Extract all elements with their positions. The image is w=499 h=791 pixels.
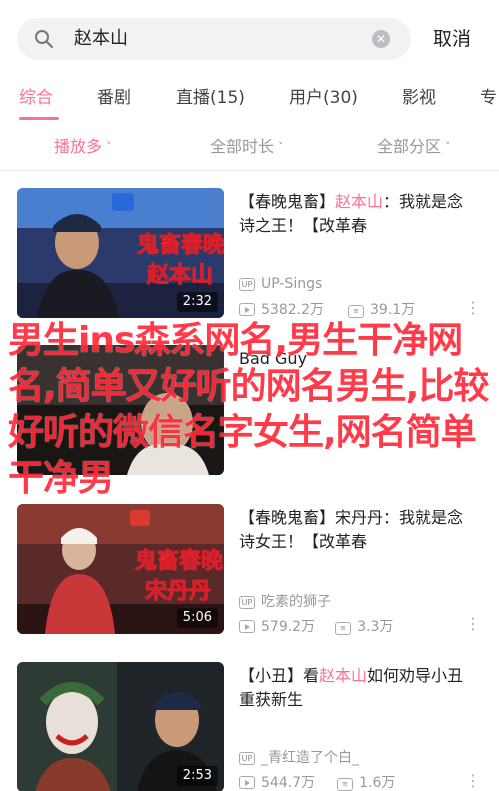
up-icon: UP (239, 278, 255, 291)
tab-bangumi[interactable]: 番剧 (97, 86, 131, 110)
video-thumbnail[interactable]: 鬼畜春晚 赵本山 2:32 (17, 188, 224, 318)
search-icon (35, 30, 53, 48)
video-duration: 2:53 (176, 766, 218, 786)
author-name: _青红造了个白_ (261, 750, 359, 766)
video-title: 【小丑】看赵本山如何劝导小丑重获新生 (239, 664, 479, 712)
title-prefix: 【小丑】看 (239, 666, 320, 685)
danmaku-count: 39.1万 (370, 302, 416, 318)
filter-sort-label: 播放多 (54, 137, 103, 156)
danmaku-icon: ≡ (337, 778, 354, 791)
video-duration: 5:06 (176, 608, 218, 628)
video-author[interactable]: UP 吃素的狮子 (239, 593, 331, 611)
title-prefix: 【春晚鬼畜】 (239, 508, 336, 527)
danmaku-count: 1.6万 (359, 775, 396, 791)
cancel-button[interactable]: 取消 (433, 27, 471, 51)
divider (0, 170, 499, 171)
video-author[interactable]: UP UP-Sings (239, 275, 322, 293)
danmaku-count: 3.3万 (357, 619, 394, 635)
more-icon[interactable]: ⋮ (465, 299, 481, 317)
video-author[interactable]: UP _青红造了个白_ (239, 749, 359, 767)
play-count-icon (239, 776, 255, 789)
tab-users[interactable]: 用户(30) (289, 86, 358, 110)
clear-icon[interactable]: ✕ (372, 30, 390, 48)
video-thumbnail[interactable]: 2:53 (17, 662, 224, 791)
filter-duration-label: 全部时长 (210, 137, 275, 156)
tab-film[interactable]: 影视 (402, 86, 436, 110)
thumb-caption: 鬼畜春晚 (137, 232, 224, 258)
up-icon: UP (239, 596, 255, 609)
video-card[interactable]: 2:53 【小丑】看赵本山如何劝导小丑重获新生 UP _青红造了个白_ 544.7… (0, 662, 499, 791)
up-icon: UP (239, 752, 255, 765)
video-card[interactable]: 鬼畜春晚 宋丹丹 5:06 【春晚鬼畜】宋丹丹：我就是念诗女王！【改革春 UP 吃… (0, 504, 499, 662)
thumb-caption: 赵本山 (146, 262, 213, 288)
active-tab-indicator (19, 117, 59, 120)
video-thumbnail[interactable]: 鬼畜春晚 宋丹丹 5:06 (17, 504, 224, 634)
play-count-icon (239, 303, 255, 316)
chevron-down-icon: ˅ (445, 140, 451, 153)
filter-zone[interactable]: 全部分区 ˅ (377, 136, 451, 158)
danmaku-icon: ≡ (335, 622, 352, 635)
video-stats: 544.7万 ≡ 1.6万 (239, 774, 395, 791)
video-stats: 5382.2万 ≡ 39.1万 (239, 301, 415, 319)
title-highlight: 赵本山 (319, 666, 368, 685)
tab-special[interactable]: 专 (480, 86, 497, 110)
chevron-down-icon: ˅ (278, 140, 284, 153)
thumb-caption: 鬼畜春晚 (135, 548, 223, 574)
result-tabs: 综合 番剧 直播(15) 用户(30) 影视 专 (0, 80, 499, 120)
more-icon[interactable]: ⋮ (465, 772, 481, 790)
filter-bar: 播放多 ˅ 全部时长 ˅ 全部分区 ˅ (0, 124, 499, 168)
chevron-down-icon: ˅ (106, 140, 112, 153)
search-results-page: 赵本山 ✕ 取消 综合 番剧 直播(15) 用户(30) 影视 专 播放多 ˅ 全… (0, 0, 499, 791)
play-count: 544.7万 (261, 775, 316, 791)
filter-duration[interactable]: 全部时长 ˅ (210, 136, 284, 158)
search-bar-row: 赵本山 ✕ 取消 (0, 0, 499, 76)
author-name: UP-Sings (261, 276, 323, 292)
author-name: 吃素的狮子 (261, 594, 331, 610)
danmaku-icon: ≡ (348, 305, 364, 318)
watermark-text: 男生ins森系网名,男生干净网名,简单又好听的网名男生,比较好听的微信名字女生,… (8, 320, 489, 499)
filter-zone-label: 全部分区 (377, 137, 442, 156)
play-count-icon (239, 620, 255, 633)
title-highlight: 赵本山 (335, 192, 384, 211)
search-input[interactable]: 赵本山 ✕ (17, 18, 411, 60)
more-icon[interactable]: ⋮ (465, 615, 481, 633)
play-count: 5382.2万 (261, 302, 324, 318)
tab-all[interactable]: 综合 (19, 86, 53, 110)
play-count: 579.2万 (261, 619, 316, 635)
title-prefix: 【春晚鬼畜】 (239, 192, 336, 211)
video-title: 【春晚鬼畜】赵本山：我就是念诗之王！【改革春 (239, 190, 479, 238)
video-title: 【春晚鬼畜】宋丹丹：我就是念诗女王！【改革春 (239, 506, 479, 554)
video-stats: 579.2万 ≡ 3.3万 (239, 618, 393, 636)
thumb-caption: 宋丹丹 (145, 578, 211, 604)
filter-sort[interactable]: 播放多 ˅ (54, 136, 112, 158)
search-query: 赵本山 (74, 28, 128, 49)
tab-live[interactable]: 直播(15) (176, 86, 245, 110)
video-duration: 2:32 (176, 292, 218, 312)
